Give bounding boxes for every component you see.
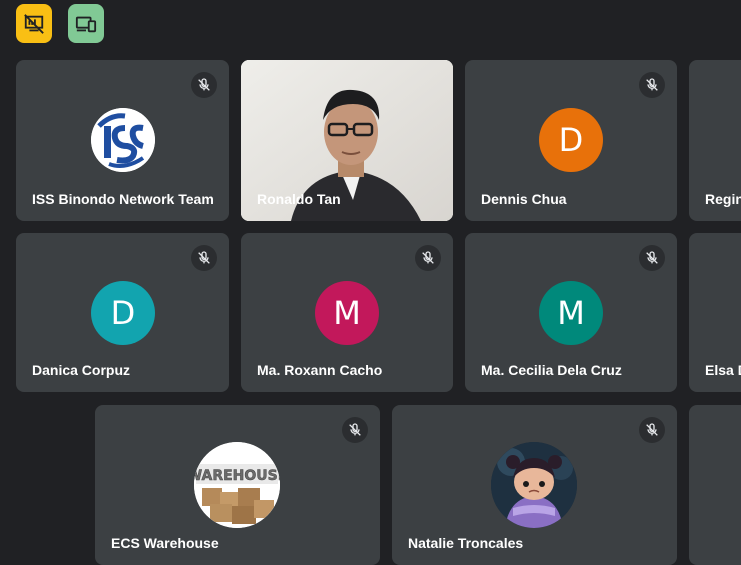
- mic-off-icon: [639, 72, 665, 98]
- participant-tile-video[interactable]: Ronaldo Tan: [241, 60, 453, 221]
- participant-tile[interactable]: WAREHOUSE ECS Warehouse: [95, 405, 380, 565]
- devices-button[interactable]: [68, 4, 104, 43]
- devices-icon: [75, 16, 97, 32]
- participant-tile[interactable]: Natalie Troncales: [392, 405, 677, 565]
- participant-name: Ronaldo Tan: [257, 191, 341, 207]
- mic-off-icon: [639, 417, 665, 443]
- warehouse-image-avatar: WAREHOUSE: [194, 442, 280, 528]
- participant-tile[interactable]: ISS Binondo Network Team: [16, 60, 229, 221]
- participant-name: Regin: [705, 191, 741, 207]
- mic-off-icon: [191, 72, 217, 98]
- participant-tile[interactable]: D Danica Corpuz: [16, 233, 229, 392]
- mic-off-icon: [342, 417, 368, 443]
- participant-name: Elsa D: [705, 362, 741, 378]
- presentation-off-icon: [24, 13, 44, 34]
- participant-tile-partial[interactable]: Regin: [689, 60, 741, 221]
- participant-tile[interactable]: M Ma. Cecilia Dela Cruz: [465, 233, 677, 392]
- participant-name: Natalie Troncales: [408, 535, 524, 551]
- mic-off-icon: [191, 245, 217, 271]
- participant-name: ISS Binondo Network Team: [32, 191, 214, 207]
- avatar: D: [539, 108, 603, 172]
- participant-tile[interactable]: M Ma. Roxann Cacho: [241, 233, 453, 392]
- participant-tile[interactable]: D Dennis Chua: [465, 60, 677, 221]
- svg-text:WAREHOUSE: WAREHOUSE: [194, 468, 280, 484]
- character-image-avatar: [491, 442, 577, 528]
- participant-name: Ma. Cecilia Dela Cruz: [481, 362, 622, 378]
- mic-off-icon: [639, 245, 665, 271]
- avatar: D: [91, 281, 155, 345]
- participant-name: ECS Warehouse: [111, 535, 219, 551]
- avatar: M: [315, 281, 379, 345]
- avatar: M: [539, 281, 603, 345]
- mic-off-icon: [415, 245, 441, 271]
- present-off-button[interactable]: [16, 4, 52, 43]
- participant-name: Danica Corpuz: [32, 362, 131, 378]
- participant-tile-partial[interactable]: Elsa D: [689, 233, 741, 392]
- participant-tile-partial[interactable]: [689, 405, 741, 565]
- participant-name: Ma. Roxann Cacho: [257, 362, 383, 378]
- participant-name: Dennis Chua: [481, 191, 567, 207]
- iss-logo-avatar: [91, 108, 155, 172]
